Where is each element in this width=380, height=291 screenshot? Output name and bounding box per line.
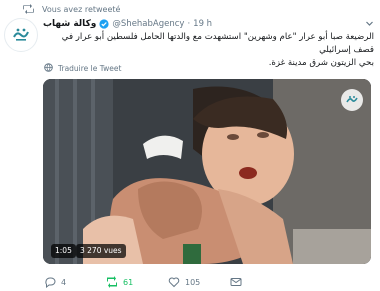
handle[interactable]: @ShehabAgency xyxy=(112,19,184,29)
timestamp[interactable]: 19 h xyxy=(193,19,212,29)
like-count: 105 xyxy=(185,277,201,287)
translate-label: Traduire le Tweet xyxy=(58,64,122,73)
video-player[interactable]: 1:05 3 270 vues xyxy=(43,79,371,264)
video-views: 3 270 vues xyxy=(76,244,126,258)
agency-logo-icon xyxy=(10,24,32,46)
like-button[interactable]: 105 xyxy=(168,276,230,288)
tweet-text-line-1: الرضيعة صبا أبو عرار "عام وشهرين" استشهد… xyxy=(61,32,374,55)
avatar[interactable] xyxy=(4,18,38,52)
like-icon xyxy=(168,276,180,288)
chevron-down-icon[interactable] xyxy=(365,19,374,28)
tweet-actions: 4 61 105 xyxy=(44,275,364,289)
retweet-icon xyxy=(106,276,118,288)
reply-count: 4 xyxy=(61,277,67,287)
separator: · xyxy=(187,18,191,29)
video-duration: 1:05 xyxy=(51,244,76,258)
video-frame xyxy=(43,79,371,264)
reply-button[interactable]: 4 xyxy=(44,276,106,288)
verified-badge-icon xyxy=(99,18,110,29)
retweet-icon xyxy=(22,4,35,14)
dm-icon xyxy=(230,276,242,288)
tweet-header: وكالة شهاب @ShehabAgency · 19 h xyxy=(43,17,374,30)
reply-icon xyxy=(44,276,56,288)
retweet-button[interactable]: 61 xyxy=(106,276,168,288)
retweet-count: 61 xyxy=(123,277,134,287)
display-name[interactable]: وكالة شهاب xyxy=(43,19,96,29)
retweeted-text: Vous avez retweeté xyxy=(42,4,121,14)
logo-watermark xyxy=(341,89,363,111)
translate-tweet-link[interactable]: Traduire le Tweet xyxy=(44,63,121,74)
direct-message-button[interactable] xyxy=(230,276,292,288)
globe-icon xyxy=(44,63,53,74)
retweeted-banner: Vous avez retweeté xyxy=(22,3,120,15)
